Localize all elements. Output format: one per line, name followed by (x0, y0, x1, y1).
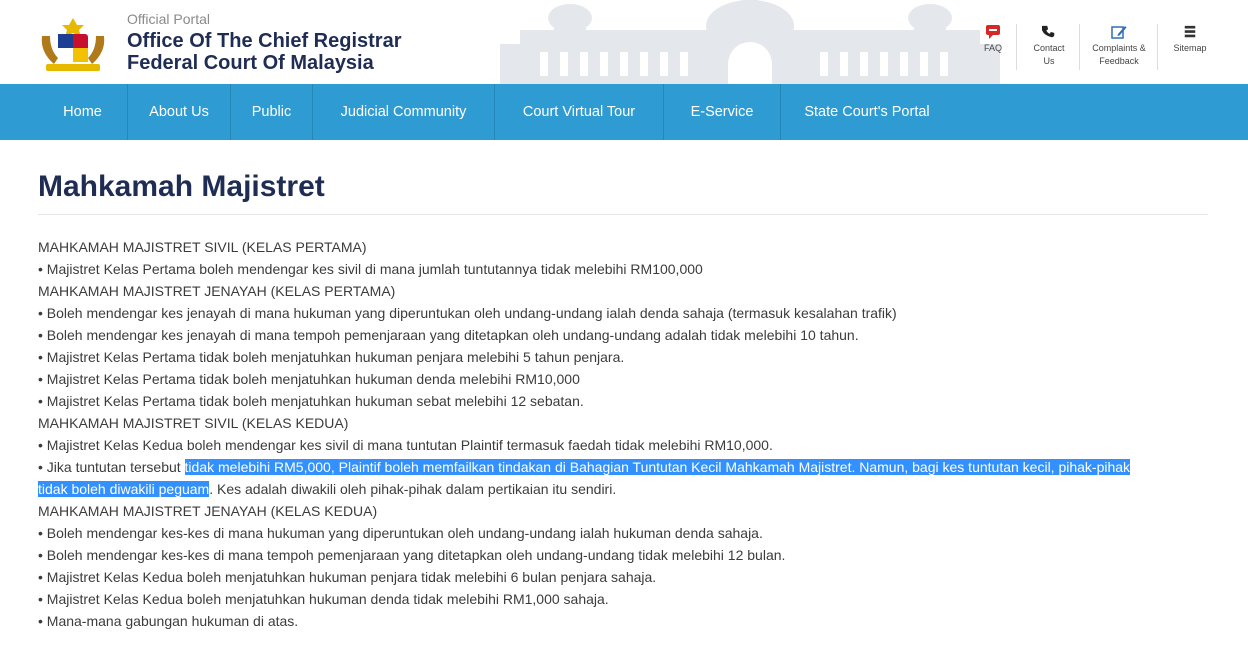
text-selection[interactable]: tidak boleh diwakili peguam (38, 481, 210, 497)
bullet-item: • Majistret Kelas Kedua boleh menjatuhka… (38, 591, 609, 607)
text-selection[interactable]: tidak melebihi RM5,000, Plaintif boleh m… (184, 459, 1131, 475)
section-heading: MAHKAMAH MAJISTRET JENAYAH (KELAS PERTAM… (38, 283, 396, 299)
sitemap-link[interactable]: Sitemap (1170, 24, 1210, 55)
contact-label-line2: Us (1043, 56, 1055, 66)
nav-about-us[interactable]: About Us (128, 84, 230, 140)
site-title-line1[interactable]: Office Of The Chief Registrar (127, 30, 402, 53)
bullet-item: • Majistret Kelas Kedua boleh menjatuhka… (38, 569, 657, 585)
util-divider (1079, 24, 1080, 70)
nav-state-courts-portal[interactable]: State Court's Portal (781, 84, 953, 140)
sitemap-label: Sitemap (1173, 43, 1207, 53)
contact-label-line1: Contact (1033, 43, 1065, 53)
bullet-item: • Majistret Kelas Pertama boleh mendenga… (38, 261, 703, 277)
bullet-item: • Majistret Kelas Kedua boleh mendengar … (38, 437, 773, 453)
complaints-feedback-link[interactable]: Complaints & Feedback (1088, 24, 1150, 68)
selection-before: • Jika tuntutan tersebut (38, 459, 185, 475)
faq-link[interactable]: FAQ (984, 24, 1002, 55)
faq-label: FAQ (984, 43, 1003, 53)
bullet-item: • Mana-mana gabungan hukuman di atas. (38, 613, 299, 629)
main-nav: Home About Us Public Judicial Community … (0, 84, 1248, 140)
portal-label: Official Portal (127, 11, 210, 27)
nav-home[interactable]: Home (38, 84, 127, 140)
nav-e-service[interactable]: E-Service (664, 84, 780, 140)
contact-us-link[interactable]: Contact Us (1028, 24, 1070, 68)
faq-icon (985, 24, 1001, 40)
sitemap-icon (1182, 24, 1198, 40)
bullet-item-selected: • Jika tuntutan tersebut tidak melebihi … (38, 456, 1210, 478)
bullet-item: • Boleh mendengar kes jenayah di mana hu… (38, 305, 897, 321)
bullet-item: • Boleh mendengar kes-kes di mana hukuma… (38, 525, 763, 541)
bullet-item: • Majistret Kelas Pertama tidak boleh me… (38, 349, 625, 365)
selection-after: . Kes adalah diwakili oleh pihak-pihak d… (209, 481, 617, 497)
nav-judicial-community[interactable]: Judicial Community (313, 84, 494, 140)
util-divider (1157, 24, 1158, 70)
feedback-icon (1111, 24, 1127, 40)
title-divider (38, 214, 1208, 215)
coat-of-arms-logo[interactable] (36, 14, 110, 76)
bullet-item: • Boleh mendengar kes jenayah di mana te… (38, 327, 859, 343)
bullet-item: • Boleh mendengar kes-kes di mana tempoh… (38, 547, 786, 563)
palace-of-justice-background (500, 0, 1000, 84)
nav-public[interactable]: Public (231, 84, 312, 140)
bullet-item: • Majistret Kelas Pertama tidak boleh me… (38, 371, 580, 387)
bullet-item: • Majistret Kelas Pertama tidak boleh me… (38, 393, 584, 409)
section-heading: MAHKAMAH MAJISTRET JENAYAH (KELAS KEDUA) (38, 503, 378, 519)
bullet-item-continued: tidak boleh diwakili peguam. Kes adalah … (38, 478, 1210, 500)
util-divider (1016, 24, 1017, 70)
section-heading: MAHKAMAH MAJISTRET SIVIL (KELAS KEDUA) (38, 415, 349, 431)
site-header: Official Portal Office Of The Chief Regi… (0, 0, 1248, 84)
phone-icon (1041, 24, 1057, 40)
complaints-label-line1: Complaints & (1092, 43, 1146, 53)
page-title: Mahkamah Majistret (38, 170, 325, 203)
nav-court-virtual-tour[interactable]: Court Virtual Tour (495, 84, 663, 140)
complaints-label-line2: Feedback (1099, 56, 1139, 66)
site-title-line2[interactable]: Federal Court Of Malaysia (127, 52, 374, 75)
article-body: MAHKAMAH MAJISTRET SIVIL (KELAS PERTAMA)… (38, 236, 1210, 632)
section-heading: MAHKAMAH MAJISTRET SIVIL (KELAS PERTAMA) (38, 239, 367, 255)
